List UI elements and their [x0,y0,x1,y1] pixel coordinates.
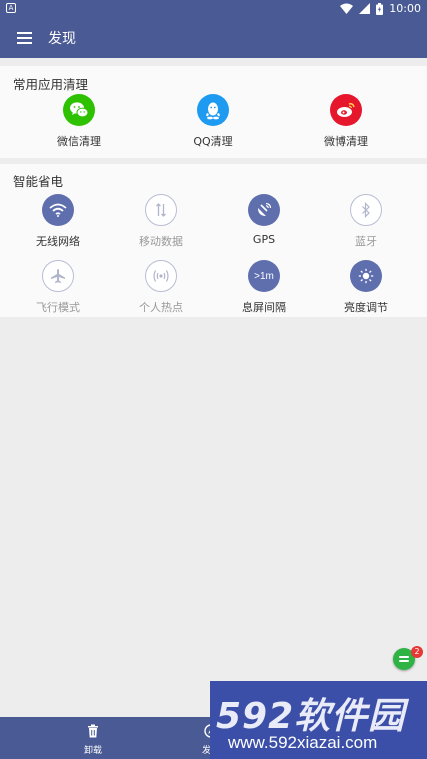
trash-icon [88,724,98,738]
toggle-label: 亮度调节 [344,301,388,314]
toggle-label: 飞行模式 [36,301,80,314]
common-apps-title: 常用应用清理 [13,77,89,92]
tab-label: 卸载 [83,746,102,756]
screen-timeout-icon: >1m [248,260,280,292]
watermark-url: www.592xiazai.com [228,733,378,752]
wifi-icon [42,194,74,226]
toggle-brightness[interactable]: 亮度调节 [313,260,419,315]
power-saving-card: 智能省电 无线网络 移动数据 GPS 蓝牙 飞行模式 个人热点 >1m 息屏间隔… [0,164,427,317]
gps-icon [248,194,280,226]
wechat-clean-label: 微信清理 [57,135,101,148]
battery-icon [376,2,384,15]
toggle-label: 息屏间隔 [242,301,286,314]
app-bar: 发现 [0,18,427,58]
wechat-clean-item[interactable]: 微信清理 [26,94,132,149]
wifi-icon [340,3,354,14]
hotspot-icon [145,260,177,292]
power-saving-title: 智能省电 [13,174,64,189]
watermark: 592软件园 www.592xiazai.com [210,681,427,759]
clock: 10:00 [389,2,421,15]
airplane-icon [42,260,74,292]
status-icons: 10:00 [340,2,421,15]
common-apps-card: 常用应用清理 微信清理 QQ清理 微博清理 [0,66,427,158]
qq-clean-item[interactable]: QQ清理 [160,94,266,149]
toggle-label: 个人热点 [139,301,183,314]
bluetooth-icon [350,194,382,226]
toggle-screen-timeout[interactable]: >1m 息屏间隔 [211,260,317,315]
qq-icon [197,94,229,126]
toggle-hotspot[interactable]: 个人热点 [108,260,214,315]
qq-clean-label: QQ清理 [193,135,233,148]
weibo-clean-label: 微博清理 [324,135,368,148]
toggle-label: 蓝牙 [355,235,377,248]
toggle-airplane[interactable]: 飞行模式 [5,260,111,315]
brightness-icon [350,260,382,292]
watermark-logo: 592软件园 [216,696,406,737]
toggle-label: 无线网络 [36,235,80,248]
toggle-mobile-data[interactable]: 移动数据 [108,194,214,249]
toggle-wifi[interactable]: 无线网络 [5,194,111,249]
signal-icon [359,3,371,14]
tab-uninstall[interactable]: 卸载 [58,717,128,759]
menu-icon [16,32,32,44]
menu-button[interactable] [0,18,48,58]
toggle-bluetooth[interactable]: 蓝牙 [313,194,419,249]
wechat-icon [63,94,95,126]
weibo-icon [330,94,362,126]
page-title: 发现 [48,31,76,47]
screen-timeout-value: >1m [254,270,274,282]
notification-badge: 2 [411,646,423,658]
toggle-label: GPS [252,233,276,246]
toggle-label: 移动数据 [139,235,183,248]
toggle-gps[interactable]: GPS [211,194,317,246]
weibo-clean-item[interactable]: 微博清理 [293,94,399,149]
a-notification-icon: A [6,3,16,13]
mobile-data-icon [145,194,177,226]
status-bar: A 10:00 [0,0,427,18]
